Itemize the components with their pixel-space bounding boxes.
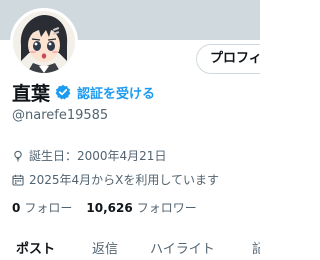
followers-count: 10,626 — [86, 201, 133, 215]
display-name: 直葉 — [12, 82, 51, 105]
tab-highlights[interactable]: ハイライト — [150, 238, 215, 257]
follow-stats: 0 フォロー 10,626 フォロワー — [12, 199, 197, 216]
get-verified-link[interactable]: 認証を受ける — [77, 83, 155, 102]
tab-articles[interactable]: 記 — [252, 238, 260, 257]
joined-text: 2025年4月からXを利用しています — [29, 173, 220, 187]
edit-profile-button[interactable]: プロフィ — [196, 44, 260, 74]
followers-label: フォロワー — [136, 201, 197, 215]
profile-tabs: ポスト 返信 ハイライト 記 — [0, 230, 260, 260]
birthdate-row: 誕生日：2000年4月21日 — [12, 147, 166, 164]
verified-badge-icon[interactable] — [55, 84, 71, 100]
joined-row: 2025年4月からXを利用しています — [12, 171, 219, 188]
name-row: 直葉 認証を受ける — [12, 78, 155, 106]
followers-link[interactable]: 10,626 フォロワー — [86, 199, 196, 216]
following-link[interactable]: 0 フォロー — [12, 199, 72, 216]
tab-posts[interactable]: ポスト — [16, 238, 55, 257]
calendar-icon — [12, 174, 24, 186]
tab-replies[interactable]: 返信 — [92, 238, 118, 257]
birthdate-text: 誕生日：2000年4月21日 — [29, 149, 167, 163]
profile-page: プロフィ 直葉 認証を受ける @narefe19585 誕生日：2000年4月2… — [0, 0, 260, 260]
following-label: フォロー — [24, 201, 73, 215]
avatar[interactable] — [10, 8, 78, 76]
following-count: 0 — [12, 201, 21, 215]
user-handle: @narefe19585 — [12, 108, 109, 123]
balloon-icon — [12, 150, 24, 162]
avatar-illustration — [13, 11, 75, 73]
